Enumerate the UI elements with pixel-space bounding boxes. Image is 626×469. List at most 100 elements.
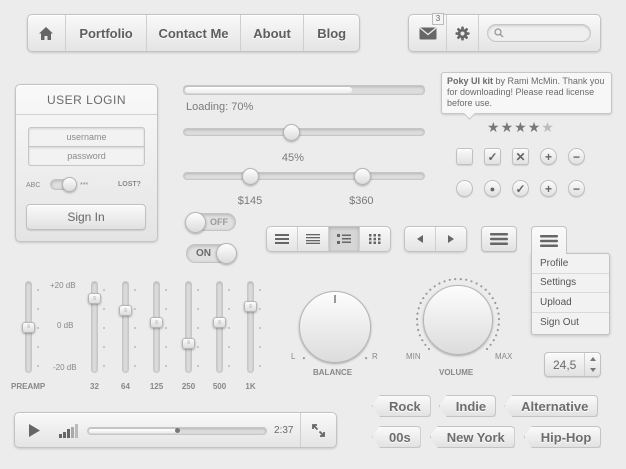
radio-minus[interactable]: −	[568, 180, 585, 197]
sign-in-button[interactable]: Sign In	[26, 204, 146, 230]
menu-item-settings[interactable]: Settings	[532, 274, 609, 293]
tooltip-title: Poky UI kit	[447, 76, 494, 86]
toggle-on[interactable]: ON	[186, 243, 237, 264]
menu-item-upload[interactable]: Upload	[532, 293, 609, 313]
eq-band-125-label: 125	[149, 382, 164, 391]
view-grid-button[interactable]	[360, 227, 390, 251]
mail-count-badge: 3	[432, 13, 444, 25]
fullscreen-button[interactable]	[300, 413, 336, 447]
eq-tick	[37, 327, 39, 329]
toggle-off-label: OFF	[210, 217, 228, 227]
tag-row: Rock Indie Alternative	[372, 395, 599, 417]
list-icon	[275, 234, 289, 244]
tag-alternative[interactable]: Alternative	[504, 395, 599, 417]
checkbox-check[interactable]: ✓	[484, 148, 501, 165]
radio-empty[interactable]	[456, 180, 473, 197]
plus-icon: +	[544, 149, 552, 164]
volume-control[interactable]	[59, 424, 79, 443]
toggle-off[interactable]: OFF	[185, 212, 236, 233]
menu-button[interactable]	[481, 226, 517, 252]
tag-00s[interactable]: 00s	[372, 426, 421, 448]
price-range-min-handle[interactable]	[242, 168, 260, 185]
radio-dot[interactable]: ●	[484, 180, 501, 197]
star-icon[interactable]: ★	[501, 120, 514, 134]
login-panel: USER LOGIN ABC *** LOST? Sign In	[15, 84, 158, 242]
dot-icon: ●	[489, 183, 496, 194]
checkbox-row: ✓ ✕ + −	[456, 148, 585, 165]
radio-row: ● ✓ + −	[456, 180, 585, 197]
eq-band-32-handle[interactable]: ≡	[88, 293, 101, 305]
media-player: 2:37	[14, 412, 337, 448]
volume-bars-icon	[59, 424, 78, 438]
nav-item-blog[interactable]: Blog	[304, 15, 359, 51]
minus-icon: −	[572, 149, 580, 164]
lost-password-link[interactable]: LOST?	[118, 181, 141, 188]
view-compact-list-button[interactable]	[298, 227, 329, 251]
eq-tick	[103, 327, 105, 329]
radio-plus[interactable]: +	[540, 148, 557, 165]
star-icon[interactable]: ★	[541, 120, 554, 134]
preamp-slider-handle[interactable]: ≡	[22, 321, 35, 333]
nav-item-about[interactable]: About	[241, 15, 305, 51]
tag-hip-hop[interactable]: Hip-Hop	[523, 426, 602, 448]
gear-icon	[455, 25, 470, 41]
nav-home[interactable]	[28, 15, 66, 51]
tag-rock[interactable]: Rock	[372, 395, 431, 417]
volume-min-label: MIN	[406, 352, 421, 361]
eq-tick	[259, 365, 261, 367]
stepper-down-button[interactable]	[585, 365, 600, 377]
playback-position-marker[interactable]	[175, 428, 180, 433]
eq-band-1K-handle[interactable]: ≡	[244, 301, 257, 313]
loading-progress-bar	[183, 85, 425, 95]
password-visibility-toggle[interactable]	[50, 177, 77, 192]
pager-buttons	[404, 226, 467, 252]
next-button[interactable]	[436, 227, 466, 251]
star-icon[interactable]: ★	[528, 120, 541, 134]
balance-label: BALANCE	[313, 368, 353, 377]
eq-band-500-handle[interactable]: ≡	[213, 317, 226, 329]
eq-tick	[134, 346, 136, 348]
toggle-on-label: ON	[196, 248, 211, 259]
menu-item-sign-out[interactable]: Sign Out	[532, 313, 609, 333]
tag-indie[interactable]: Indie	[438, 395, 497, 417]
play-button[interactable]	[15, 413, 53, 447]
eq-band-64-handle[interactable]: ≡	[119, 305, 132, 317]
radio-minus[interactable]: −	[568, 148, 585, 165]
eq-band-125-handle[interactable]: ≡	[150, 317, 163, 329]
stepper-up-button[interactable]	[585, 353, 600, 365]
balance-knob-indicator	[334, 295, 336, 303]
settings-button[interactable]	[447, 15, 479, 51]
radio-check[interactable]: ✓	[512, 180, 529, 197]
preamp-label: PREAMP	[11, 382, 46, 391]
price-range-max-handle[interactable]	[353, 168, 371, 185]
eq-tick	[165, 365, 167, 367]
radio-plus[interactable]: +	[540, 180, 557, 197]
prev-button[interactable]	[405, 227, 436, 251]
search-input[interactable]	[508, 28, 588, 38]
eq-band-250-handle[interactable]: ≡	[182, 337, 195, 349]
number-stepper[interactable]: 24,5	[544, 352, 601, 377]
checkbox-cross[interactable]: ✕	[512, 148, 529, 165]
volume-knob[interactable]	[423, 285, 493, 355]
nav-item-portfolio[interactable]: Portfolio	[66, 15, 148, 51]
search-box[interactable]	[487, 24, 591, 42]
username-field[interactable]	[28, 127, 145, 147]
db-label-top: +20 dB	[50, 281, 76, 290]
star-icon[interactable]: ★	[487, 120, 500, 134]
check-icon: ✓	[515, 181, 526, 196]
percent-slider-handle[interactable]	[283, 124, 301, 141]
checkbox-empty[interactable]	[456, 148, 473, 165]
dropdown-menu-tab[interactable]	[531, 226, 567, 254]
view-detail-button[interactable]	[329, 227, 360, 251]
nav-item-contact[interactable]: Contact Me	[147, 15, 241, 51]
eq-tick	[228, 308, 230, 310]
mail-button[interactable]: 3	[409, 13, 447, 51]
star-rating[interactable]: ★ ★ ★ ★ ★	[487, 120, 554, 134]
eq-tick	[37, 289, 39, 291]
password-field[interactable]	[28, 146, 145, 166]
tag-new-york[interactable]: New York	[429, 426, 515, 448]
view-list-button[interactable]	[267, 227, 298, 251]
menu-item-profile[interactable]: Profile	[532, 254, 609, 274]
star-icon[interactable]: ★	[514, 120, 527, 134]
toggle-abc-label: ABC	[26, 182, 41, 189]
